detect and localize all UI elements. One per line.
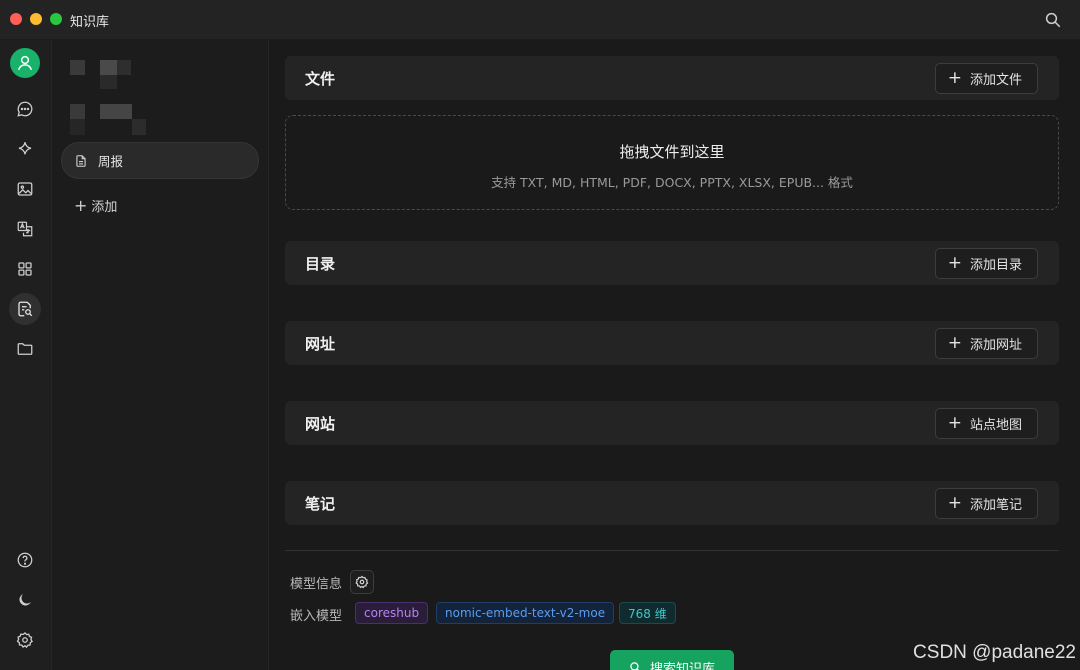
search-icon[interactable] [1044, 11, 1062, 29]
main-content: 文件 + 添加文件 拖拽文件到这里 支持 TXT, MD, HTML, PDF, … [270, 40, 1080, 670]
folder-icon [17, 343, 33, 355]
blurred-text [70, 119, 85, 135]
file-dropzone[interactable]: 拖拽文件到这里 支持 TXT, MD, HTML, PDF, DOCX, PPT… [285, 115, 1059, 210]
window-title: 知识库 [70, 15, 110, 30]
plus-icon: + [947, 68, 962, 88]
add-note-label: 添加笔记 [969, 498, 1022, 513]
user-avatar[interactable] [10, 48, 40, 78]
files-title: 文件 [305, 70, 336, 88]
website-title: 网站 [305, 415, 336, 433]
model-info-row: 模型信息 [290, 570, 375, 594]
close-window-button[interactable] [10, 13, 22, 25]
notes-section: 笔记 + 添加笔记 [285, 481, 1059, 525]
plus-icon: + [947, 413, 962, 433]
search-icon [630, 661, 640, 670]
chat-icon [17, 101, 33, 117]
nav-files[interactable] [9, 333, 41, 365]
files-section: 文件 + 添加文件 [285, 56, 1059, 100]
nav-rail [0, 40, 52, 670]
embed-model-label: 嵌入模型 [290, 609, 343, 624]
nav-knowledge[interactable] [9, 293, 41, 325]
dropzone-subtitle: 支持 TXT, MD, HTML, PDF, DOCX, PPTX, XLSX,… [491, 175, 853, 190]
help-icon [17, 552, 33, 568]
apps-icon [18, 262, 32, 276]
plus-icon: + [74, 195, 88, 215]
blurred-avatar [100, 60, 117, 75]
moon-icon [19, 594, 31, 606]
add-file-button[interactable]: + 添加文件 [934, 63, 1038, 94]
dimension-tag: 768 维 [619, 602, 676, 624]
nav-chat[interactable] [9, 93, 41, 125]
theme-toggle[interactable] [9, 584, 41, 616]
website-section: 网站 + 站点地图 [285, 401, 1059, 445]
blurred-text [70, 104, 85, 119]
blurred-avatar [100, 75, 117, 89]
knowledge-icon [18, 301, 33, 317]
add-knowledge-button[interactable]: + 添加 [74, 196, 117, 215]
model-info-label: 模型信息 [290, 576, 343, 592]
nav-translate[interactable] [9, 213, 41, 245]
knowledge-base-item[interactable]: 周报 [61, 142, 259, 179]
watermark: CSDN @padane22 [913, 642, 1076, 663]
directory-section: 目录 + 添加目录 [285, 241, 1059, 285]
blurred-avatar [117, 60, 131, 75]
translate-icon [17, 221, 33, 237]
blurred-avatar [70, 60, 85, 75]
plus-icon: + [947, 493, 962, 513]
add-note-button[interactable]: + 添加笔记 [934, 488, 1038, 519]
add-sitemap-label: 站点地图 [969, 418, 1022, 433]
nav-paintings[interactable] [9, 173, 41, 205]
knowledge-base-label: 周报 [98, 154, 124, 169]
search-knowledge-button[interactable]: 搜索知识库 [610, 650, 734, 670]
gear-icon [355, 575, 369, 589]
maximize-window-button[interactable] [50, 13, 62, 25]
knowledge-list-panel: 周报 + 添加 [52, 40, 269, 670]
nav-settings[interactable] [9, 624, 41, 656]
add-url-button[interactable]: + 添加网址 [934, 328, 1038, 359]
user-icon [17, 55, 33, 71]
blurred-text [100, 104, 132, 119]
model-name-tag: nomic-embed-text-v2-moe [436, 602, 615, 624]
blurred-text [132, 119, 146, 135]
plus-icon: + [947, 253, 962, 273]
nav-help[interactable] [9, 544, 41, 576]
url-title: 网址 [305, 335, 336, 353]
minimize-window-button[interactable] [30, 13, 42, 25]
divider [285, 550, 1059, 551]
plus-icon: + [947, 333, 962, 353]
url-section: 网址 + 添加网址 [285, 321, 1059, 365]
settings-icon [16, 631, 33, 649]
model-settings-button[interactable] [350, 570, 375, 594]
notes-title: 笔记 [305, 495, 336, 513]
add-knowledge-label: 添加 [91, 200, 118, 215]
add-directory-button[interactable]: + 添加目录 [934, 248, 1038, 279]
sparkle-icon [18, 142, 32, 155]
add-url-label: 添加网址 [969, 338, 1022, 353]
document-icon [76, 154, 86, 167]
title-bar: 知识库 [0, 0, 1080, 40]
provider-tag: coreshub [355, 602, 429, 624]
search-knowledge-label: 搜索知识库 [649, 661, 715, 670]
nav-apps[interactable] [9, 253, 41, 285]
image-icon [17, 182, 33, 196]
add-file-label: 添加文件 [969, 73, 1022, 88]
directory-title: 目录 [305, 255, 336, 273]
add-directory-label: 添加目录 [969, 258, 1022, 273]
dropzone-title: 拖拽文件到这里 [619, 143, 725, 161]
nav-agents[interactable] [9, 133, 41, 165]
add-sitemap-button[interactable]: + 站点地图 [934, 408, 1038, 439]
